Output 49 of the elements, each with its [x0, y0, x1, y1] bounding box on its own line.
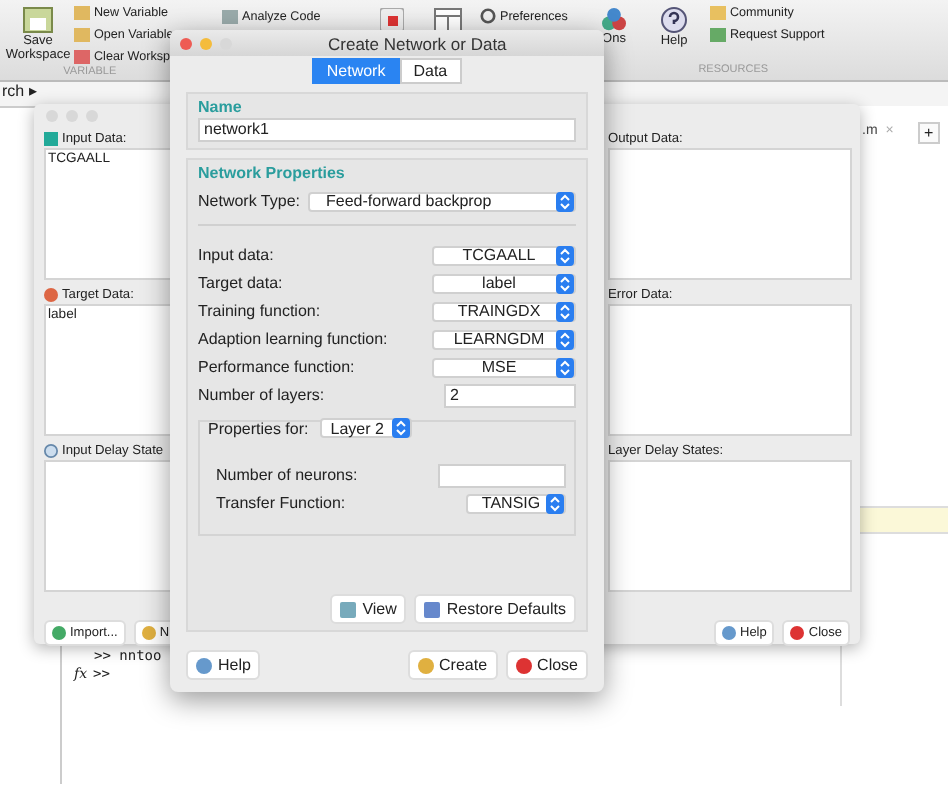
stepper-icon — [546, 493, 564, 513]
dropdown[interactable]: TANSIG — [466, 493, 566, 513]
save-icon — [22, 6, 54, 34]
dropdown[interactable]: LEARNGDM — [432, 329, 576, 349]
stepper-icon — [556, 273, 574, 293]
dialog-button[interactable]: Restore Defaults — [414, 594, 576, 624]
field-label: Transfer Function: — [216, 494, 346, 512]
dropdown[interactable]: MSE — [432, 357, 576, 377]
tab[interactable]: Data — [399, 58, 462, 84]
add-ons-icon — [600, 8, 628, 32]
minimize-icon[interactable] — [200, 37, 212, 49]
data-list[interactable] — [608, 148, 852, 280]
data-list[interactable] — [608, 304, 852, 436]
input-field[interactable] — [438, 463, 566, 487]
tab[interactable]: Network — [312, 58, 400, 84]
dialog-button[interactable]: View — [330, 594, 407, 624]
field-label: Performance function: — [198, 358, 355, 376]
field-label: Target data: — [198, 274, 283, 292]
dropdown[interactable]: TRAINGDX — [432, 301, 576, 321]
stepper-icon — [392, 418, 411, 438]
layer-select[interactable]: Layer 2 — [320, 418, 413, 438]
new-tab-button[interactable]: + — [918, 122, 940, 144]
stepper-icon — [556, 357, 574, 377]
field-label: Training function: — [198, 302, 321, 320]
input-field[interactable]: 2 — [444, 383, 576, 407]
stepper-icon — [556, 329, 574, 349]
field-label: Number of neurons: — [216, 466, 358, 484]
dialog-button[interactable]: Create — [407, 650, 498, 680]
dropdown[interactable]: TCGAALL — [432, 245, 576, 265]
stepper-icon — [556, 245, 574, 265]
dialog-button[interactable]: Help — [186, 650, 261, 680]
stepper-icon — [556, 301, 574, 321]
field-label: Number of layers: — [198, 386, 325, 404]
field-label: Network Type: — [198, 192, 300, 210]
path-text: rch ▸ — [2, 82, 37, 100]
field-label: Input data: — [198, 246, 274, 264]
field-label: Adaption learning function: — [198, 330, 388, 348]
dialog-title: Create Network or Data — [328, 33, 507, 53]
layout-icon[interactable] — [434, 8, 462, 32]
dialog-button[interactable]: Close — [505, 650, 588, 680]
dropdown[interactable]: label — [432, 273, 576, 293]
data-list[interactable] — [44, 460, 172, 592]
stepper-icon — [556, 191, 574, 211]
group-label: Network Properties — [198, 164, 347, 184]
network-type-select[interactable]: Feed-forward backprop — [308, 191, 576, 211]
field-label: Properties for: — [208, 419, 309, 437]
group-label: Name — [198, 98, 244, 118]
data-list[interactable] — [608, 460, 852, 592]
name-field[interactable]: network1 — [198, 118, 576, 142]
